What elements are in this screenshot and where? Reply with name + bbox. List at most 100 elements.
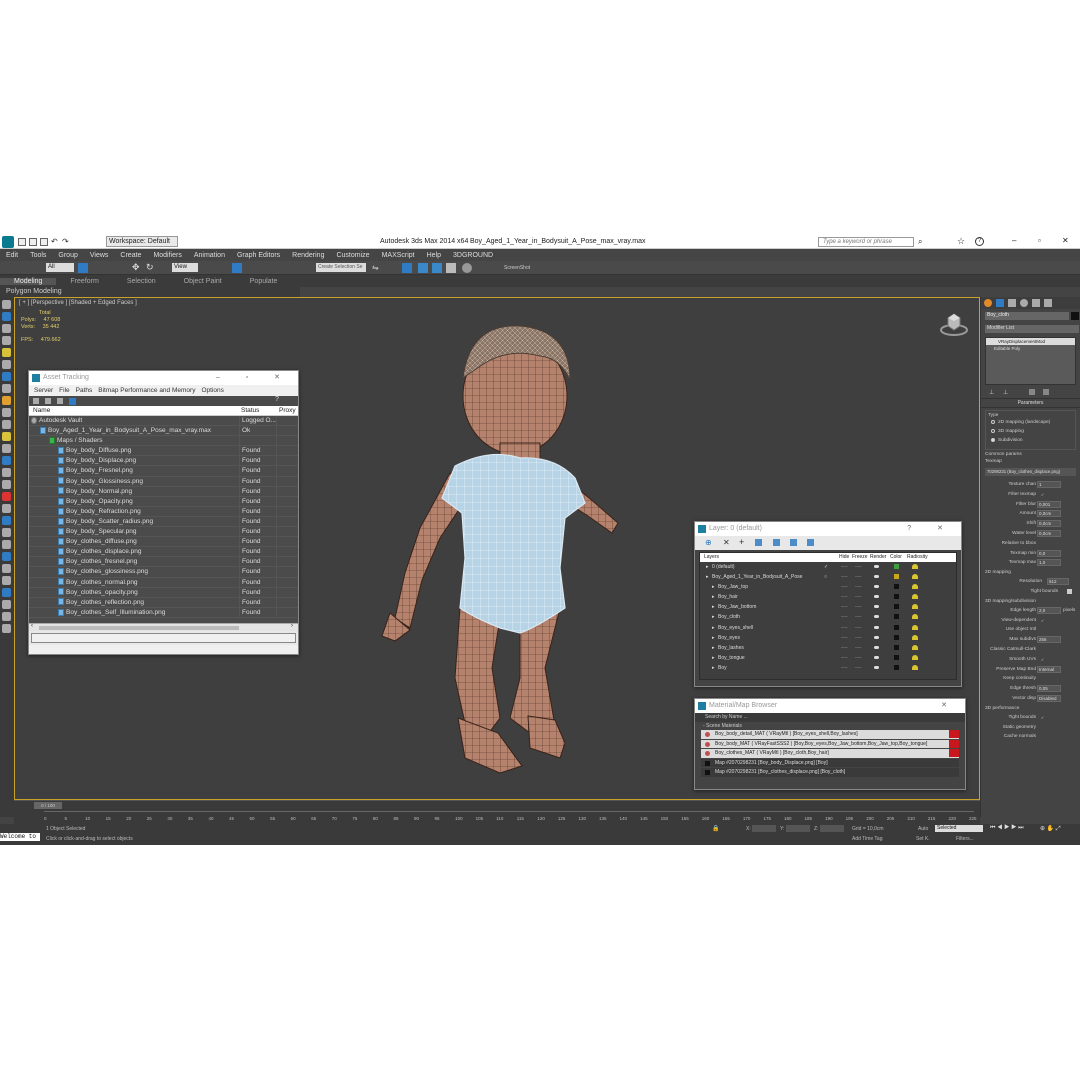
layer-color-swatch[interactable] bbox=[894, 564, 899, 569]
texmap-button[interactable]: 70298231 (Boy_clothes_displace.png) bbox=[985, 468, 1076, 476]
ribbon-tab-object-paint[interactable]: Object Paint bbox=[170, 278, 236, 285]
param-checkbox[interactable] bbox=[1041, 647, 1046, 652]
grid-view-icon[interactable] bbox=[69, 398, 76, 405]
horizontal-scrollbar[interactable]: ‹ › bbox=[29, 623, 298, 631]
layer-row[interactable]: ▸ Boy_cloth ---- ---- bbox=[700, 612, 956, 622]
menu-create[interactable]: Create bbox=[114, 252, 147, 259]
tool-20-icon[interactable] bbox=[2, 528, 11, 537]
current-layer-indicator[interactable]: ○ bbox=[824, 572, 827, 582]
asset-row[interactable]: Boy_clothes_Self_Illumination.png Found bbox=[29, 607, 298, 618]
radio-icon[interactable] bbox=[991, 429, 995, 433]
hide-toggle[interactable]: ---- bbox=[841, 653, 848, 663]
layer-color-swatch[interactable] bbox=[894, 644, 899, 650]
tool-15-icon[interactable] bbox=[2, 468, 11, 477]
layer-row[interactable]: ▸ Boy_Aged_1_Year_in_Bodysuit_A_Pose ○ ----… bbox=[700, 572, 956, 582]
material-search-input[interactable]: Search by Name ... bbox=[695, 713, 965, 722]
hide-toggle[interactable]: ---- bbox=[841, 612, 848, 622]
render-teapot-icon[interactable] bbox=[874, 645, 879, 649]
parameters-rollout[interactable]: Parameters bbox=[981, 399, 1080, 408]
param-field[interactable]: 2,0 bbox=[1037, 606, 1061, 614]
layer-titlebar[interactable]: Layer: 0 (default) ? ✕ bbox=[695, 522, 961, 536]
param-field[interactable]: Internal bbox=[1037, 665, 1061, 673]
freeze-toggle[interactable]: ---- bbox=[855, 612, 862, 622]
freeze-toggle[interactable]: ---- bbox=[855, 653, 862, 663]
named-selection-dropdown[interactable]: Create Selection Se bbox=[316, 263, 366, 272]
layer-row[interactable]: ▸ Boy_Jaw_bottom ---- ---- bbox=[700, 602, 956, 612]
layer-expand-icon[interactable]: ▸ bbox=[706, 572, 709, 582]
layer-expand-icon[interactable]: ▸ bbox=[712, 633, 715, 643]
radiosity-icon[interactable] bbox=[912, 624, 918, 630]
layer-color-swatch[interactable] bbox=[894, 664, 899, 670]
render-teapot-icon[interactable] bbox=[874, 615, 879, 619]
tool-1-icon[interactable] bbox=[2, 300, 11, 309]
window-controls[interactable]: – ▫ ✕ bbox=[216, 371, 292, 385]
asset-row[interactable]: Maps / Shaders bbox=[29, 436, 298, 447]
mirror-icon[interactable]: ⇋ bbox=[372, 263, 379, 272]
viewport-nav-controls[interactable]: ⊕ ✋ ⤢ bbox=[1040, 825, 1061, 833]
material-browser-titlebar[interactable]: Material/Map Browser ✕ bbox=[695, 699, 965, 713]
tool-23-icon[interactable] bbox=[2, 564, 11, 573]
col-name[interactable]: Name bbox=[33, 407, 50, 414]
modifier-list-dropdown[interactable]: Modifier List bbox=[985, 325, 1079, 333]
type-radio[interactable]: 2D mapping (landscape) bbox=[988, 418, 1073, 427]
ribbon-tab-populate[interactable]: Populate bbox=[236, 278, 292, 285]
tool-9-icon[interactable] bbox=[2, 396, 11, 405]
asset-tracking-titlebar[interactable]: Asset Tracking – ▫ ✕ bbox=[29, 371, 298, 385]
asset-menu-file[interactable]: File bbox=[56, 387, 72, 394]
layer-color-swatch[interactable] bbox=[894, 604, 899, 610]
hide-toggle[interactable]: ---- bbox=[841, 572, 848, 582]
map-item[interactable]: Map #2070298231 [Boy_body_Displace.png] … bbox=[701, 758, 959, 767]
layer-col-layers[interactable]: Layers bbox=[704, 554, 719, 560]
tool-18-icon[interactable] bbox=[2, 504, 11, 513]
render-teapot-icon[interactable] bbox=[874, 585, 879, 589]
scroll-left-icon[interactable]: ‹ bbox=[31, 623, 33, 629]
menu-animation[interactable]: Animation bbox=[188, 252, 231, 259]
layer-row[interactable]: ▸ Boy ---- ---- bbox=[700, 663, 956, 673]
asset-row[interactable]: Boy_clothes_opacity.png Found bbox=[29, 587, 298, 598]
col-status[interactable]: Status bbox=[241, 407, 259, 414]
menu-edit[interactable]: Edit bbox=[0, 252, 24, 259]
tool-10-icon[interactable] bbox=[2, 408, 11, 417]
select-layer-icon[interactable] bbox=[755, 539, 762, 546]
ribbon-tab-selection[interactable]: Selection bbox=[113, 278, 170, 285]
render-teapot-icon[interactable] bbox=[874, 625, 879, 629]
param-checkbox[interactable] bbox=[1041, 676, 1046, 681]
set-key-label[interactable]: Set K. bbox=[916, 836, 930, 842]
radiosity-icon[interactable] bbox=[912, 664, 918, 670]
asset-menu-paths[interactable]: Paths bbox=[73, 387, 96, 394]
track-bar[interactable]: 0 5 10 15 20 25 30 35 40 45 50 55 60 65 70 75 80 85 90 95 10… bbox=[44, 811, 977, 823]
hide-all-icon[interactable] bbox=[790, 539, 797, 546]
radiosity-icon[interactable] bbox=[912, 634, 918, 640]
radiosity-icon[interactable] bbox=[912, 604, 918, 610]
new-layer-icon[interactable]: ⊕ bbox=[705, 538, 712, 547]
minimize-button[interactable]: – bbox=[1012, 236, 1016, 245]
freeze-toggle[interactable]: ---- bbox=[855, 572, 862, 582]
add-to-layer-icon[interactable]: + bbox=[739, 537, 744, 547]
hide-toggle[interactable]: ---- bbox=[841, 633, 848, 643]
maxscript-listener[interactable]: Welcome to bbox=[0, 833, 40, 841]
pin-stack-icon[interactable]: ⊥ bbox=[989, 389, 994, 396]
layer-expand-icon[interactable]: ▸ bbox=[706, 562, 709, 572]
asset-row[interactable]: Boy_clothes_normal.png Found bbox=[29, 577, 298, 588]
param-checkbox[interactable] bbox=[1041, 541, 1046, 546]
hide-toggle[interactable]: ---- bbox=[841, 562, 848, 572]
hierarchy-tab-icon[interactable] bbox=[1008, 299, 1016, 307]
asset-row[interactable]: Boy_body_Specular.png Found bbox=[29, 527, 298, 538]
timeline[interactable]: 0 / 100 0 5 10 15 20 25 30 35 40 45 50 55 60 65 70 75 80… bbox=[14, 800, 980, 824]
boy-3d-model[interactable] bbox=[360, 318, 620, 778]
scroll-right-icon[interactable]: › bbox=[291, 623, 293, 629]
radiosity-icon[interactable] bbox=[912, 644, 918, 650]
z-field[interactable] bbox=[820, 825, 844, 832]
param-field[interactable]: 1,0 bbox=[1037, 559, 1061, 567]
menu-rendering[interactable]: Rendering bbox=[286, 252, 330, 259]
material-item[interactable]: Boy_body_detail_MAT ( VRayMtl ) [Boy_eye… bbox=[701, 730, 959, 739]
param-field[interactable]: 0,0cm bbox=[1037, 520, 1061, 528]
asset-row[interactable]: Boy_clothes_displace.png Found bbox=[29, 547, 298, 558]
vault-icon[interactable] bbox=[33, 398, 39, 404]
layer-expand-icon[interactable]: ▸ bbox=[712, 643, 715, 653]
tool-26-icon[interactable] bbox=[2, 600, 11, 609]
layer-color-swatch[interactable] bbox=[894, 654, 899, 660]
tool-5-icon[interactable] bbox=[2, 348, 11, 357]
radio-icon[interactable] bbox=[991, 438, 995, 442]
menu-3dground[interactable]: 3DGROUND bbox=[447, 252, 499, 259]
